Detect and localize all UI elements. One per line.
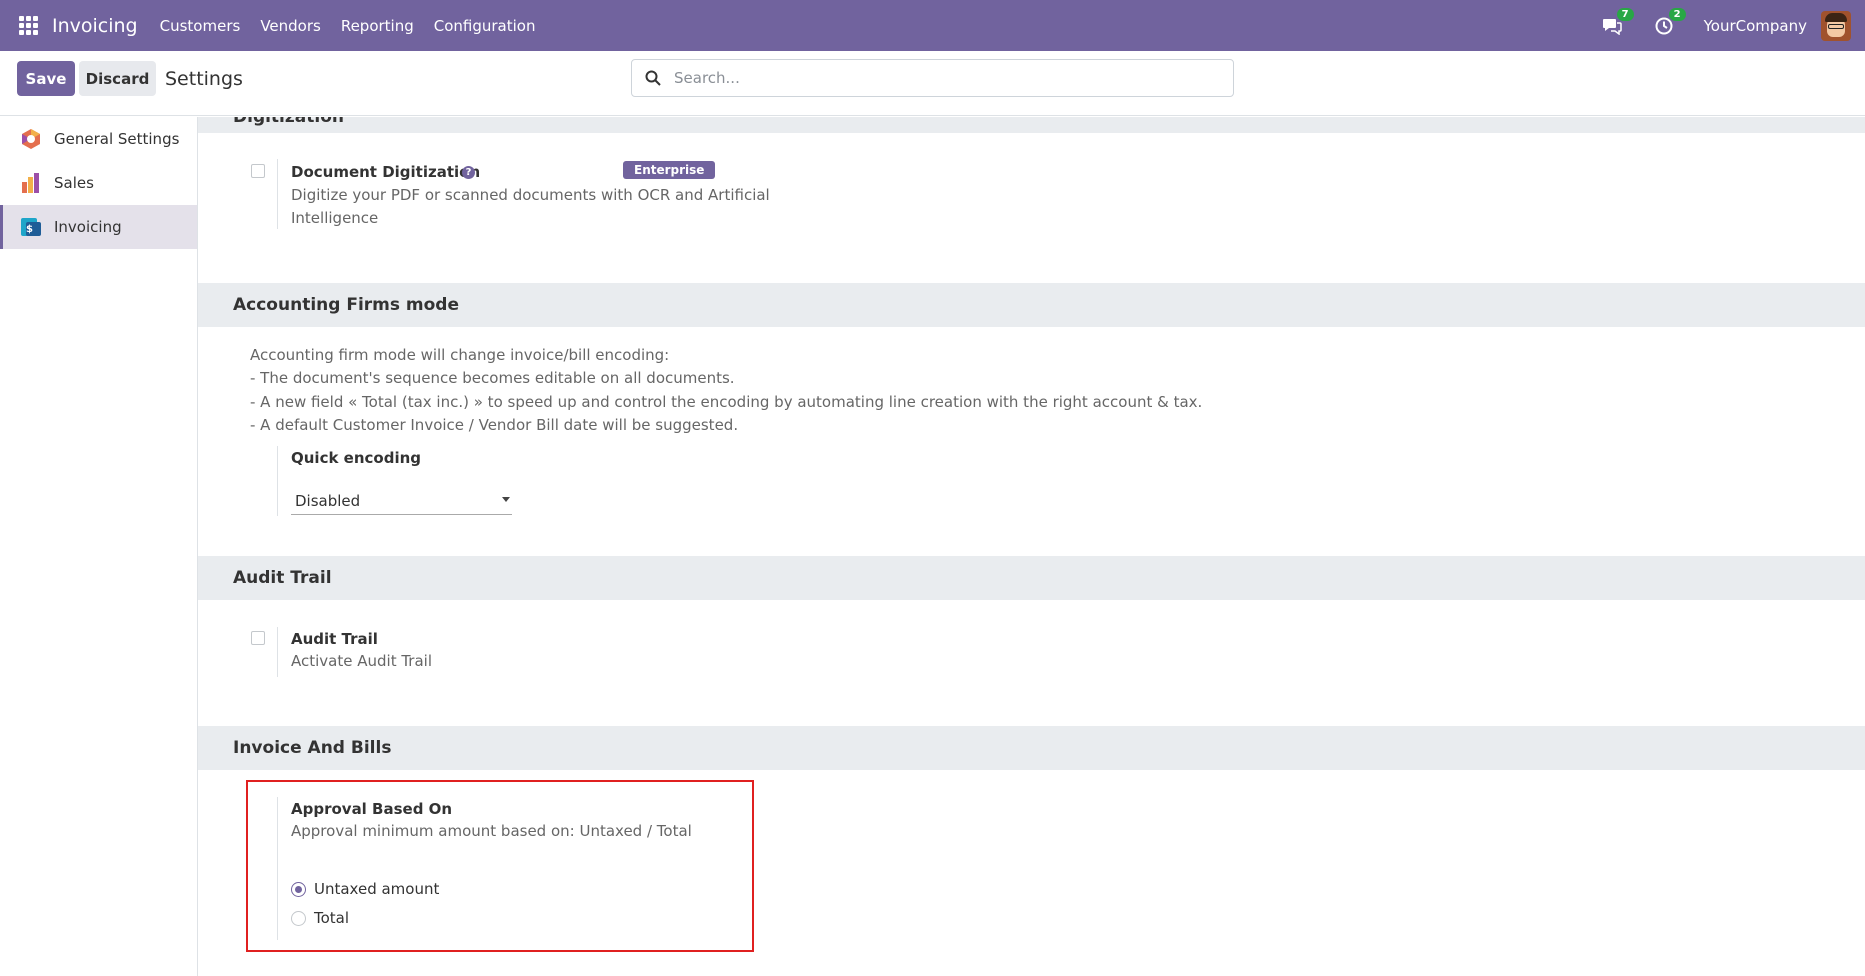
discard-button[interactable]: Discard — [79, 61, 156, 96]
sidebar-item-label: General Settings — [54, 130, 180, 148]
menu-reporting[interactable]: Reporting — [331, 17, 424, 35]
section-title: Invoice And Bills — [233, 738, 392, 758]
messages-icon[interactable]: 7 — [1600, 7, 1634, 38]
settings-search[interactable] — [631, 59, 1234, 97]
general-settings-icon — [20, 128, 42, 150]
sidebar-item-general-settings[interactable]: General Settings — [0, 117, 197, 161]
menu-configuration[interactable]: Configuration — [424, 17, 546, 35]
select-value: Disabled — [295, 491, 361, 510]
accounting-firm-line-1: Accounting firm mode will change invoice… — [250, 346, 670, 364]
document-digitization-checkbox[interactable] — [251, 164, 265, 178]
messages-badge: 7 — [1616, 7, 1634, 21]
sidebar-item-invoicing[interactable]: $ Invoicing — [0, 205, 197, 249]
main-menu: Customers Vendors Reporting Configuratio… — [150, 17, 546, 35]
accounting-firm-line-3: - A new field « Total (tax inc.) » to sp… — [250, 393, 1203, 411]
highlight-box — [246, 780, 754, 952]
accounting-firm-line-2: - The document's sequence becomes editab… — [250, 369, 735, 387]
quick-encoding-select[interactable]: Disabled — [291, 487, 512, 515]
enterprise-badge[interactable]: Enterprise — [623, 161, 716, 179]
activities-badge: 2 — [1668, 7, 1686, 21]
section-title: Accounting Firms mode — [233, 295, 460, 315]
sales-icon — [20, 172, 42, 194]
section-header-accounting-firms: Accounting Firms mode — [198, 283, 1865, 327]
app-brand[interactable]: Invoicing — [52, 15, 138, 37]
invoicing-icon: $ — [20, 216, 42, 238]
section-title: Digitization — [233, 117, 344, 127]
apps-menu-icon[interactable] — [19, 15, 39, 36]
setting-label-quick-encoding: Quick encoding — [291, 449, 422, 467]
company-switcher[interactable]: YourCompany — [1704, 17, 1807, 35]
menu-vendors[interactable]: Vendors — [250, 17, 331, 35]
setting-divider — [277, 159, 278, 229]
search-icon — [644, 69, 662, 87]
menu-customers[interactable]: Customers — [150, 17, 251, 35]
sidebar-item-label: Sales — [54, 174, 94, 192]
settings-sidebar: General Settings Sales $ Invoicing — [0, 117, 198, 976]
setting-description: Digitize your PDF or scanned documents w… — [291, 186, 770, 227]
top-navbar: Invoicing Customers Vendors Reporting Co… — [0, 0, 1865, 51]
section-title: Audit Trail — [233, 568, 332, 588]
setting-divider — [277, 446, 278, 516]
user-avatar[interactable] — [1821, 10, 1851, 41]
section-header-digitization: Digitization — [198, 117, 1865, 133]
accounting-firm-line-4: - A default Customer Invoice / Vendor Bi… — [250, 416, 739, 434]
page-title: Settings — [165, 68, 243, 90]
save-button[interactable]: Save — [17, 61, 75, 96]
section-header-invoice-bills: Invoice And Bills — [198, 726, 1865, 770]
section-header-audit-trail: Audit Trail — [198, 556, 1865, 600]
audit-trail-checkbox[interactable] — [251, 631, 265, 645]
control-panel: Save Discard Settings — [0, 51, 1865, 116]
caret-down-icon — [502, 497, 510, 502]
setting-divider — [277, 627, 278, 677]
help-icon[interactable]: ? — [462, 166, 475, 179]
setting-label-document-digitization: Document Digitization — [291, 163, 481, 181]
setting-label-audit-trail: Audit Trail — [291, 630, 378, 648]
navbar-systray: 7 2 YourCompany — [1600, 0, 1851, 51]
settings-content[interactable]: Digitization Document Digitization ? Ent… — [198, 117, 1865, 976]
sidebar-item-label: Invoicing — [54, 218, 122, 236]
search-input[interactable] — [674, 69, 1214, 87]
sidebar-item-sales[interactable]: Sales — [0, 161, 197, 205]
setting-description: Activate Audit Trail — [291, 652, 432, 670]
svg-text:$: $ — [26, 224, 33, 235]
activities-clock-icon[interactable]: 2 — [1652, 7, 1686, 38]
